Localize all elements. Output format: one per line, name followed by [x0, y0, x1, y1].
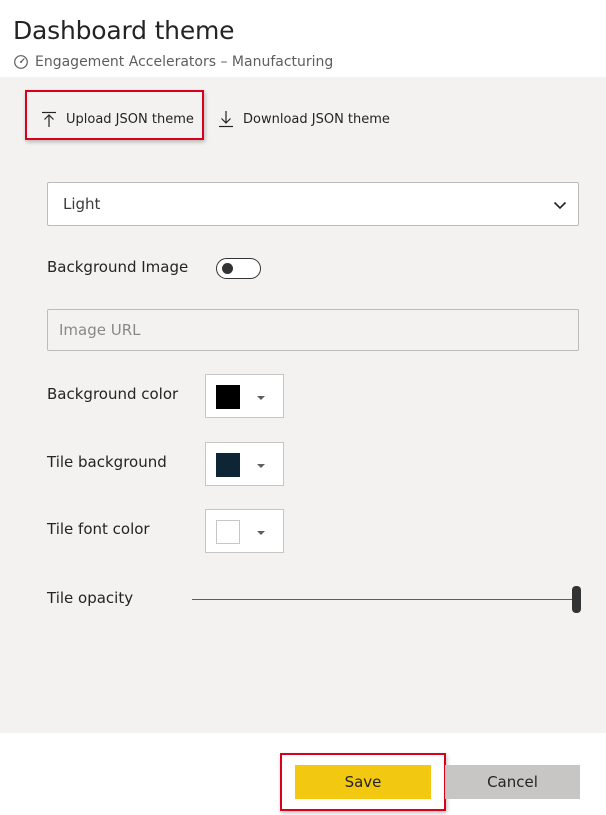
cancel-button[interactable]: Cancel	[445, 765, 580, 799]
tile-font-color-swatch	[216, 520, 240, 544]
caret-down-icon	[257, 531, 265, 535]
background-color-label: Background color	[47, 385, 179, 403]
download-json-theme-button[interactable]: Download JSON theme	[217, 97, 390, 141]
theme-dropdown-value: Light	[63, 195, 101, 213]
tile-background-picker[interactable]	[205, 442, 284, 486]
caret-down-icon	[257, 396, 265, 400]
tile-background-label: Tile background	[47, 453, 167, 471]
download-arrow-icon	[217, 110, 235, 128]
tile-opacity-label: Tile opacity	[47, 589, 134, 607]
theme-dropdown[interactable]: Light	[47, 182, 579, 226]
chevron-down-icon	[553, 198, 567, 212]
save-button[interactable]: Save	[295, 765, 431, 799]
tile-font-color-label: Tile font color	[47, 520, 150, 538]
dashboard-gauge-icon	[13, 54, 29, 70]
workspace-subtitle: Engagement Accelerators – Manufacturing	[13, 52, 333, 72]
subtitle-text: Engagement Accelerators – Manufacturing	[35, 54, 334, 70]
toggle-knob	[222, 263, 233, 274]
page-title: Dashboard theme	[13, 16, 235, 45]
caret-down-icon	[257, 464, 265, 468]
image-url-input[interactable]	[47, 309, 579, 351]
background-image-toggle[interactable]	[216, 258, 261, 279]
slider-thumb[interactable]	[572, 586, 581, 613]
background-color-swatch	[216, 385, 240, 409]
dashboard-theme-pane: Dashboard theme Engagement Accelerators …	[0, 0, 606, 815]
download-json-theme-label: Download JSON theme	[243, 111, 390, 127]
theme-settings-panel	[0, 77, 606, 733]
background-image-label: Background Image	[47, 258, 189, 276]
tile-font-color-picker[interactable]	[205, 509, 284, 553]
tile-background-swatch	[216, 453, 240, 477]
background-color-picker[interactable]	[205, 374, 284, 418]
tile-opacity-slider[interactable]	[192, 586, 581, 614]
upload-highlight-box	[25, 90, 204, 140]
slider-track	[192, 599, 574, 600]
